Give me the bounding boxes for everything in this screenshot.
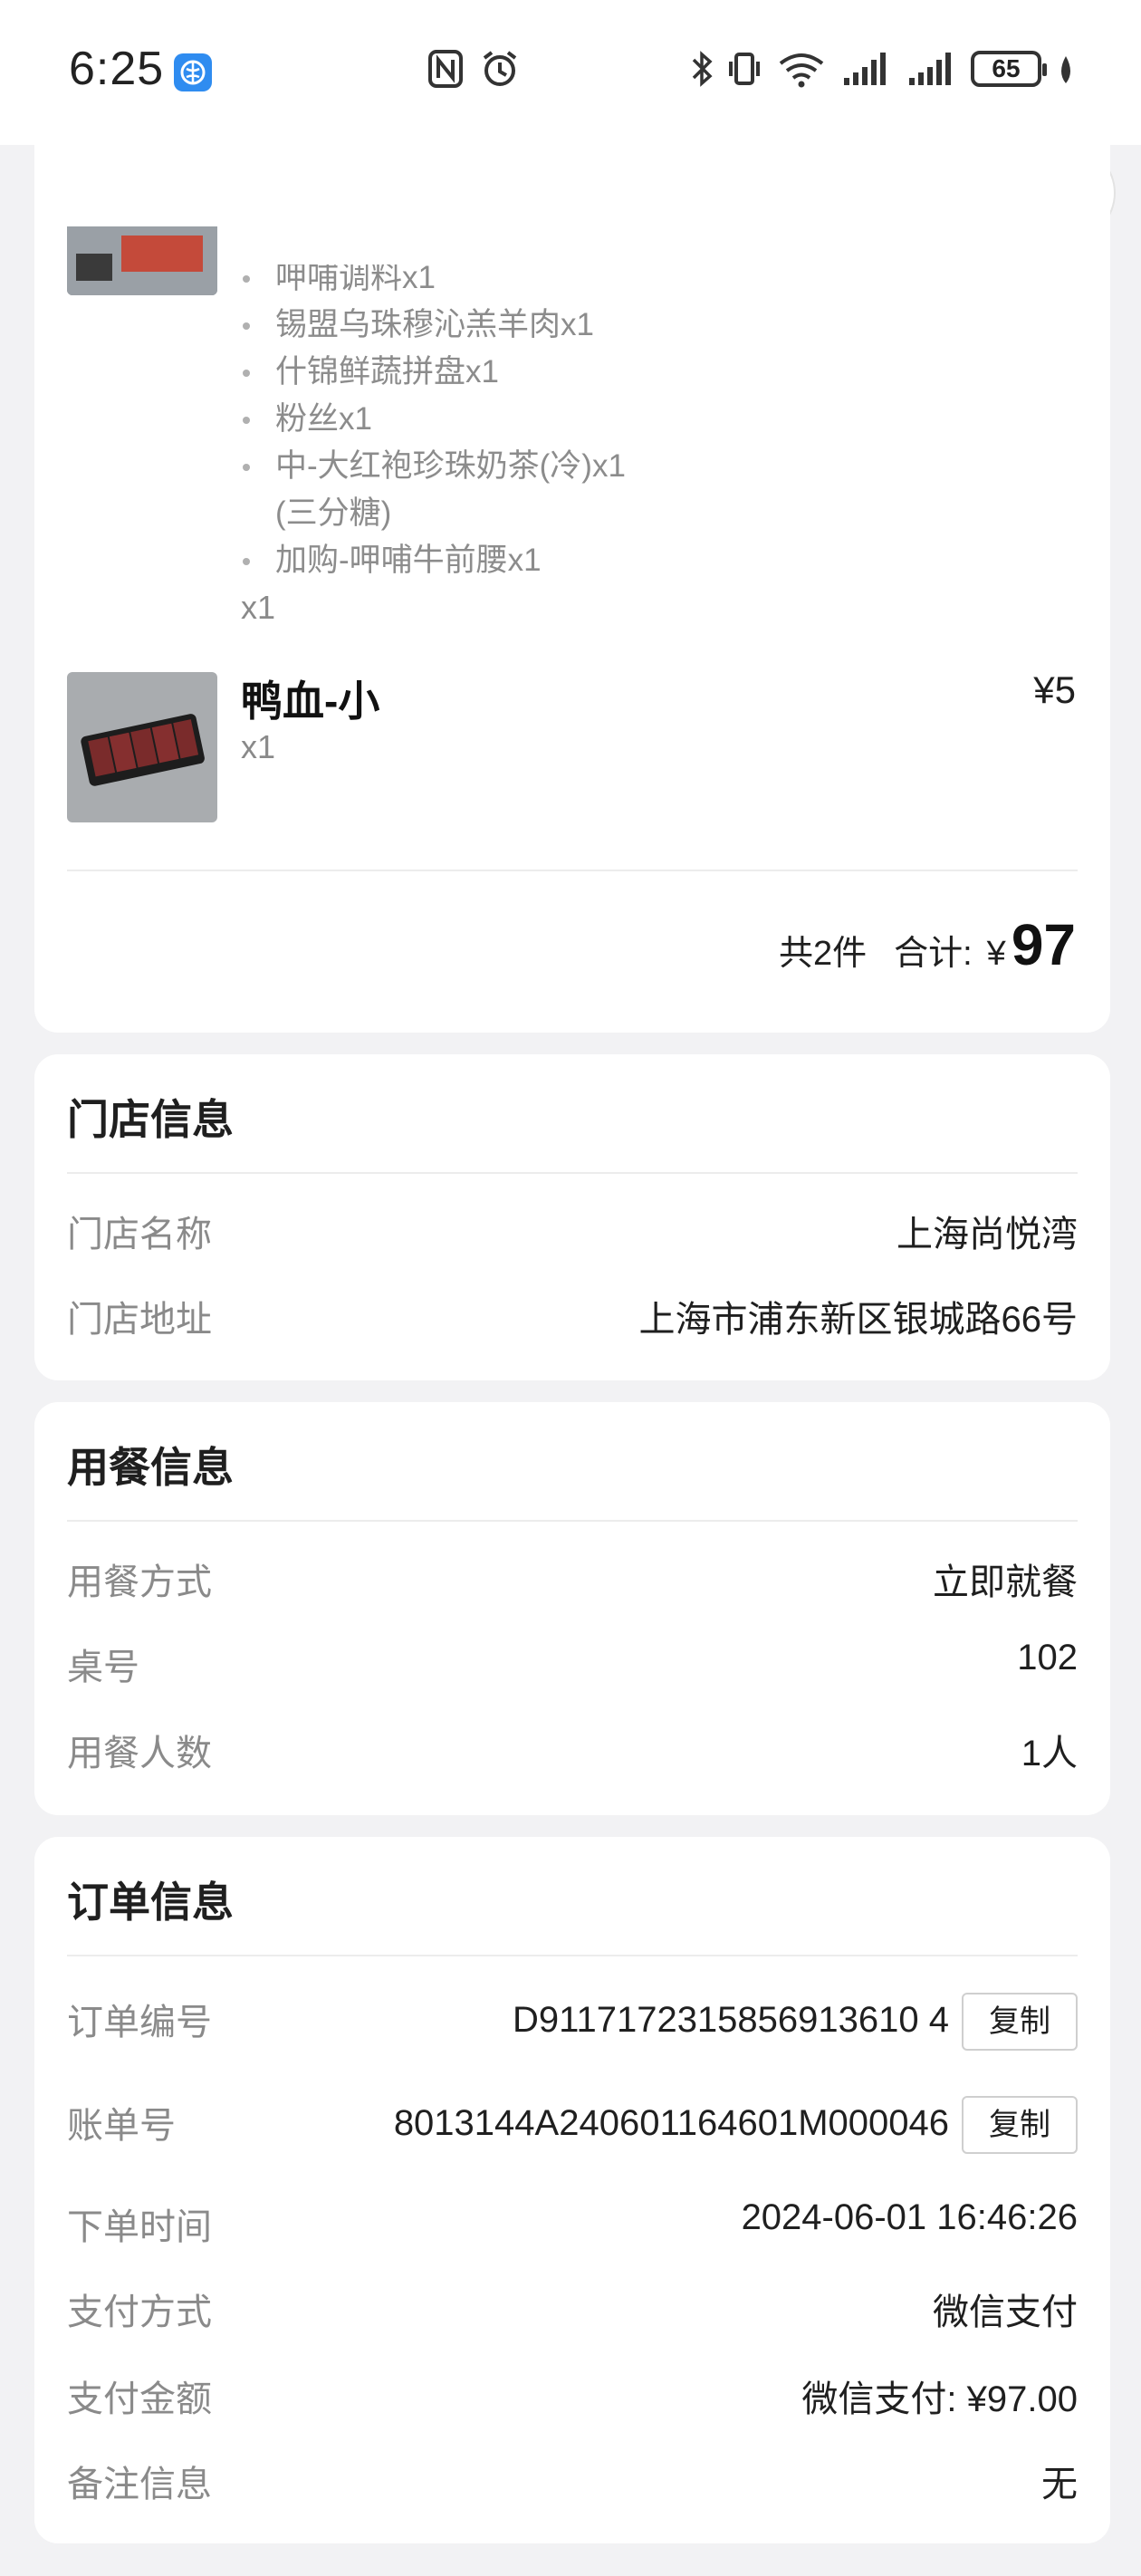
sub-item: 加购-呷哺牛前腰x1 xyxy=(275,543,542,578)
sub-item: 粉丝x1 xyxy=(275,401,372,437)
bullet xyxy=(243,370,250,377)
total-amount: 97 xyxy=(1011,912,1076,977)
payment-amount: 微信支付: ¥97.00 xyxy=(801,2379,1078,2419)
row-label: 下单时间 xyxy=(67,2207,212,2247)
section-title: 用餐信息 xyxy=(67,1444,234,1491)
item-name: 鸭血-小 xyxy=(241,678,380,725)
row-label: 门店名称 xyxy=(67,1215,212,1254)
info-row: 用餐人数 1人 xyxy=(67,1724,1078,1778)
info-row: 订单编号 D9117172315856913610 4 复制 xyxy=(67,1993,1078,2051)
copy-order-number-button[interactable]: 复制 xyxy=(962,1993,1078,2051)
row-label: 账单号 xyxy=(67,2106,176,2146)
order-info-card: 订单信息 订单编号 D9117172315856913610 4 复制 账单号 … xyxy=(34,1837,1110,2543)
store-name: 上海尚悦湾 xyxy=(896,1215,1078,1254)
item-quantity: x1 xyxy=(241,728,276,765)
section-title: 门店信息 xyxy=(67,1096,234,1143)
sub-item: 呷哺调料x1 xyxy=(275,260,436,295)
sub-item: 什锦鲜蔬拼盘x1 xyxy=(275,354,499,389)
row-label: 桌号 xyxy=(67,1648,139,1687)
row-label: 订单编号 xyxy=(67,2003,212,2043)
item-thumbnail xyxy=(67,672,217,822)
info-row: 支付金额 微信支付: ¥97.00 xyxy=(67,2369,1078,2424)
bill-number: 8013144A240601164601M000046 xyxy=(393,2103,949,2143)
bullet xyxy=(243,275,250,283)
divider xyxy=(67,1520,1078,1522)
row-label: 支付金额 xyxy=(67,2379,212,2419)
order-items-card: 呷哺调料x1 锡盟乌珠穆沁羔羊肉x1 什锦鲜蔬拼盘x1 粉丝x1 中-大红袍珍珠… xyxy=(34,145,1110,1033)
row-label: 用餐方式 xyxy=(67,1562,212,1602)
info-row: 门店名称 上海尚悦湾 xyxy=(67,1205,1078,1259)
info-row: 账单号 8013144A240601164601M000046 复制 xyxy=(67,2096,1078,2154)
bullet xyxy=(243,417,250,424)
bullet xyxy=(243,322,250,330)
browser-icon xyxy=(174,53,212,91)
status-time: 6:25 xyxy=(69,43,165,95)
row-label: 备注信息 xyxy=(67,2465,212,2504)
info-row: 备注信息 无 xyxy=(67,2455,1078,2509)
order-total: 共2件 合计: ¥ 97 xyxy=(779,911,1076,978)
order-remark: 无 xyxy=(1041,2465,1078,2504)
dining-info-card: 用餐信息 用餐方式 立即就餐 桌号 102 用餐人数 1人 xyxy=(34,1402,1110,1815)
info-row: 桌号 102 xyxy=(67,1638,1078,1692)
total-count: 共2件 xyxy=(778,935,868,973)
total-currency: ¥ xyxy=(986,935,1006,973)
status-bar: 6:25 65 xyxy=(0,0,1141,145)
section-title: 订单信息 xyxy=(67,1879,234,1926)
vibrate-icon xyxy=(726,49,762,89)
divider xyxy=(67,870,1078,871)
divider xyxy=(67,1172,1078,1174)
info-row: 用餐方式 立即就餐 xyxy=(67,1552,1078,1607)
sub-item: 锡盟乌珠穆沁羔羊肉x1 xyxy=(275,307,594,342)
row-label: 门店地址 xyxy=(67,1300,212,1340)
info-row: 下单时间 2024-06-01 16:46:26 xyxy=(67,2197,1078,2252)
leaf-icon xyxy=(1054,49,1078,89)
battery-indicator: 65 xyxy=(971,51,1047,87)
guest-count: 1人 xyxy=(1021,1734,1078,1773)
alarm-icon xyxy=(480,49,520,89)
dining-mode: 立即就餐 xyxy=(933,1562,1078,1602)
bullet xyxy=(243,558,250,565)
order-number: D9117172315856913610 4 xyxy=(513,2000,949,2040)
wifi-icon xyxy=(775,49,828,89)
table-number: 102 xyxy=(1017,1638,1078,1677)
signal-2-icon xyxy=(906,49,958,89)
divider xyxy=(67,1955,1078,1956)
item-price: ¥5 xyxy=(1033,668,1076,711)
nfc-icon xyxy=(427,49,464,89)
item-quantity: x1 xyxy=(241,589,276,626)
copy-bill-number-button[interactable]: 复制 xyxy=(962,2096,1078,2154)
sub-item-note: (三分糖) xyxy=(275,495,392,531)
info-row: 门店地址 上海市浦东新区银城路66号 xyxy=(67,1290,1078,1344)
order-time: 2024-06-01 16:46:26 xyxy=(741,2197,1078,2237)
total-label: 合计: xyxy=(894,935,973,973)
bluetooth-icon xyxy=(690,49,714,89)
signal-1-icon xyxy=(840,49,893,89)
row-label: 用餐人数 xyxy=(67,1734,212,1773)
bullet xyxy=(243,464,250,471)
payment-method: 微信支付 xyxy=(933,2292,1078,2332)
store-address: 上海市浦东新区银城路66号 xyxy=(638,1300,1079,1340)
info-row: 支付方式 微信支付 xyxy=(67,2283,1078,2337)
store-info-card: 门店信息 门店名称 上海尚悦湾 门店地址 上海市浦东新区银城路66号 xyxy=(34,1054,1110,1380)
sub-item: 中-大红袍珍珠奶茶(冷)x1 xyxy=(275,448,626,484)
item-thumbnail xyxy=(67,226,217,295)
row-label: 支付方式 xyxy=(67,2292,212,2332)
